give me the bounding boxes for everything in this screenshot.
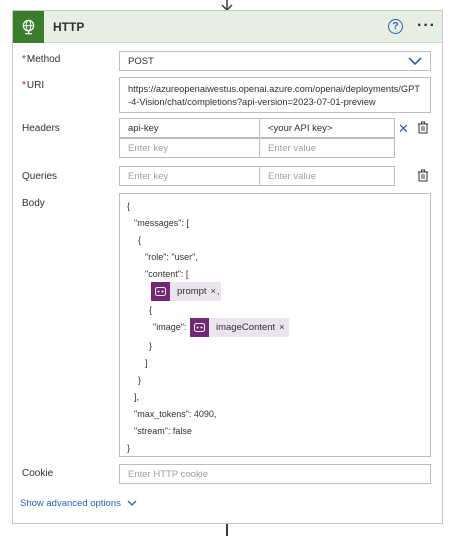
method-value: POST [128,55,154,67]
body-line: "image": [153,322,187,332]
method-label: *Method [22,54,61,65]
header-key-input[interactable]: api-key [119,118,260,138]
trash-icon[interactable] [417,169,429,182]
chevron-down-icon [408,57,422,66]
body-line: } [149,341,153,351]
more-options-icon[interactable]: ··· [417,17,436,35]
body-line: , [217,286,220,296]
body-line: { [149,305,153,315]
body-line: "max_tokens": 4090, [134,409,217,419]
body-line: "content": [ [145,269,189,279]
show-advanced-options-link[interactable]: Show advanced options [20,498,137,509]
body-editor[interactable]: { "messages": [ { "role": "user", "conte… [119,193,431,457]
trash-icon[interactable] [417,121,429,134]
body-line: ] [145,358,148,368]
body-label: Body [22,198,45,209]
ai-model-icon [151,282,170,301]
http-action-card: HTTP ? ··· *Method POST *URI https://azu… [12,10,443,524]
action-title: HTTP [53,20,85,34]
queries-label: Queries [22,171,58,182]
header-new-key-input[interactable]: Enter key [119,138,260,158]
body-line: { [138,235,142,245]
header-value-input[interactable]: <your API key> [259,118,395,138]
card-header[interactable]: HTTP ? ··· [13,11,442,43]
ai-model-icon [190,318,209,337]
token-label: prompt [177,285,207,297]
image-content-token[interactable]: imageContent × [190,318,290,337]
flow-connector-line [226,524,228,536]
remove-token-close-icon[interactable]: × [279,319,289,336]
body-line: "role": "user", [145,252,198,262]
query-value-input[interactable]: Enter value [259,166,395,186]
method-select[interactable]: POST [119,51,431,71]
body-line: } [127,443,131,453]
uri-label: *URI [22,80,45,91]
body-line: "messages": [ [134,218,189,228]
body-line: { [127,201,131,211]
token-label: imageContent [216,321,276,333]
prompt-token[interactable]: prompt × [151,282,221,301]
help-icon[interactable]: ? [388,19,403,34]
cookie-label: Cookie [22,468,54,479]
chevron-down-icon [127,500,137,506]
header-new-value-input[interactable]: Enter value [259,138,395,158]
globe-icon [13,11,44,43]
remove-header-close-icon[interactable]: ✕ [398,121,409,137]
query-key-input[interactable]: Enter key [119,166,260,186]
uri-input[interactable]: https://azureopenaiwestus.openai.azure.c… [119,77,431,113]
headers-label: Headers [22,123,60,134]
advanced-label: Show advanced options [20,498,121,509]
body-line: } [138,375,142,385]
body-line: "stream": false [134,426,192,436]
body-line: ], [134,392,140,402]
cookie-input[interactable]: Enter HTTP cookie [119,464,431,484]
